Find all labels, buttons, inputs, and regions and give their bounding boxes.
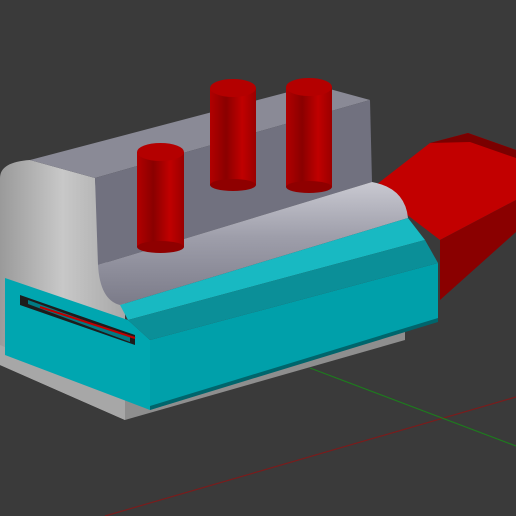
scene-canvas[interactable] xyxy=(0,0,516,516)
3d-viewport[interactable] xyxy=(0,0,516,516)
cylinder-middle-top xyxy=(210,79,256,97)
cylinder-right-bottom xyxy=(286,181,332,193)
cylinder-right[interactable] xyxy=(286,78,332,193)
cylinder-left[interactable] xyxy=(137,143,184,253)
cylinder-right-body xyxy=(286,87,332,187)
cylinder-left-body xyxy=(137,152,184,247)
cylinder-middle-body xyxy=(210,88,256,185)
y-axis-line xyxy=(309,367,516,447)
x-axis-line xyxy=(104,396,516,516)
cylinder-middle-bottom xyxy=(210,179,256,191)
cylinder-left-bottom xyxy=(137,241,184,253)
cylinder-right-top xyxy=(286,78,332,96)
cylinder-left-top xyxy=(137,143,184,161)
cylinder-middle[interactable] xyxy=(210,79,256,191)
